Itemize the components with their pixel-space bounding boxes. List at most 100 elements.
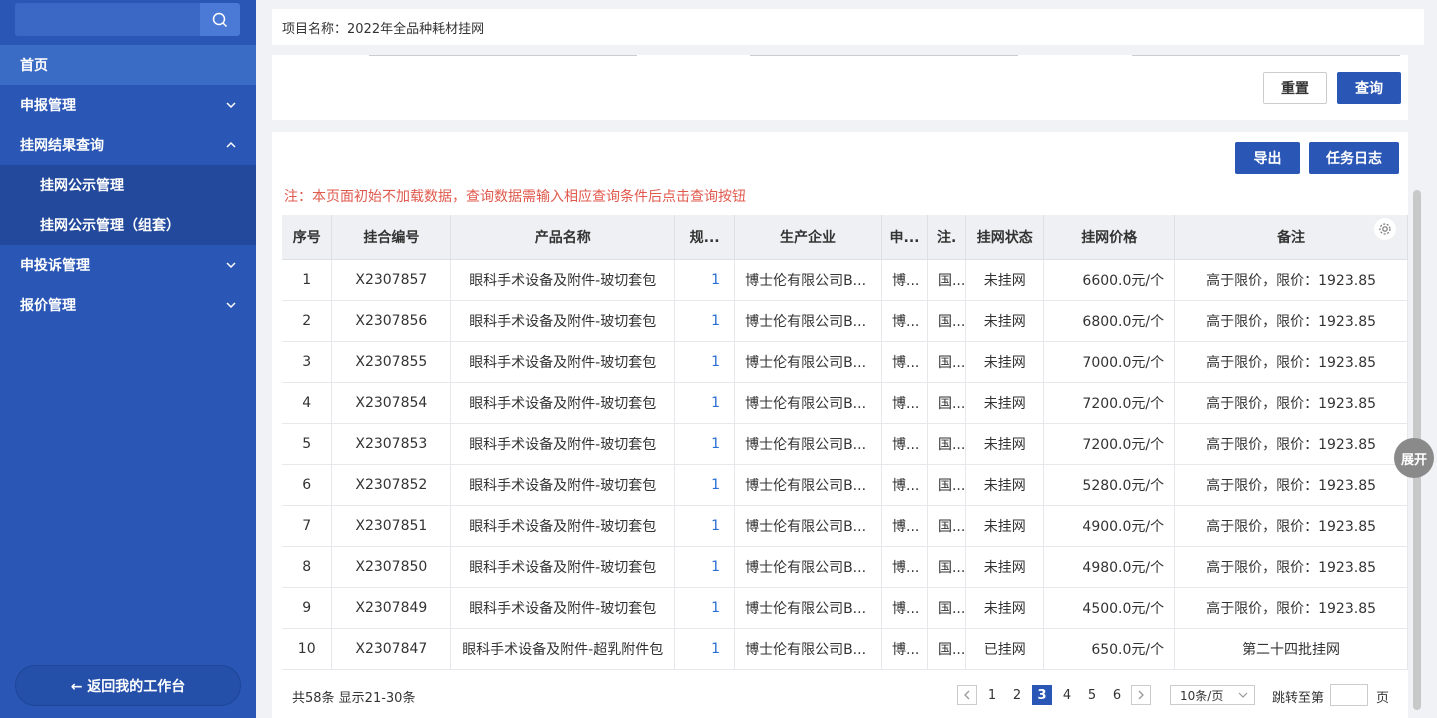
column-header[interactable]: 挂合编号: [331, 215, 452, 260]
column-header[interactable]: 备注: [1174, 215, 1408, 260]
table-cell-spec[interactable]: 1: [674, 341, 736, 383]
table-row: 4 X2307854 眼科手术设备及附件-玻切套包 1 博士伦有限公司B... 博... 国…: [282, 382, 1408, 424]
table-cell-status: 已挂网: [965, 628, 1045, 670]
export-button[interactable]: 导出: [1235, 142, 1300, 174]
search-panel: 重置 查询: [272, 55, 1408, 120]
page-6[interactable]: 6: [1107, 685, 1127, 705]
sidebar-search[interactable]: [15, 3, 240, 36]
sidebar-item-declaration[interactable]: 申报管理: [0, 85, 256, 125]
table-cell-status: 未挂网: [965, 587, 1045, 629]
table-panel: 导出 任务日志 注：本页面初始不加载数据，查询数据需输入相应查询条件后点击查询按…: [272, 132, 1408, 718]
table-cell-applicant: 博...: [881, 259, 928, 301]
sidebar: 首页 申报管理 挂网结果查询 挂网公示管理 挂网公示管理（组套） 申投诉管理 报…: [0, 0, 256, 718]
gear-icon: [1379, 223, 1391, 235]
table-cell-spec[interactable]: 1: [674, 382, 736, 424]
chevron-down-icon: [226, 302, 236, 309]
table-cell-maker: 博士伦有限公司B...: [734, 587, 883, 629]
column-header[interactable]: 规...: [674, 215, 736, 260]
table-cell-code: X2307856: [331, 300, 452, 342]
sidebar-menu: 首页 申报管理 挂网结果查询 挂网公示管理 挂网公示管理（组套） 申投诉管理 报…: [0, 45, 256, 325]
table-cell-code: X2307849: [331, 587, 452, 629]
sidebar-item-listing-results[interactable]: 挂网结果查询: [0, 125, 256, 165]
table-cell-remark: 高于限价，限价：1923.85: [1174, 505, 1408, 547]
table-cell-no: 7: [282, 505, 333, 547]
expand-button[interactable]: 展开: [1394, 438, 1434, 478]
table-cell-no: 2: [282, 300, 333, 342]
table-cell-reg: 国...: [927, 546, 967, 588]
submenu-listing-results: 挂网公示管理 挂网公示管理（组套）: [0, 165, 256, 245]
jump-page-input[interactable]: [1330, 684, 1368, 706]
table-cell-remark: 第二十四批挂网: [1174, 628, 1408, 670]
table-cell-spec[interactable]: 1: [674, 259, 736, 301]
chevron-down-icon: [226, 262, 236, 269]
table-cell-remark: 高于限价，限价：1923.85: [1174, 587, 1408, 629]
table-cell-code: X2307851: [331, 505, 452, 547]
main-content: 项目名称：2022年全品种耗材挂网 重置 查询 导出 任务日志 注：本页面初始不…: [256, 0, 1437, 718]
sidebar-item-label: 挂网结果查询: [20, 138, 104, 154]
query-button[interactable]: 查询: [1337, 72, 1401, 104]
table-cell-no: 3: [282, 341, 333, 383]
column-header[interactable]: 挂网状态: [965, 215, 1045, 260]
table-settings-button[interactable]: [1374, 218, 1396, 240]
column-header[interactable]: 序号: [282, 215, 333, 260]
page-4[interactable]: 4: [1057, 685, 1077, 705]
table-row: 2 X2307856 眼科手术设备及附件-玻切套包 1 博士伦有限公司B... 博... 国…: [282, 300, 1408, 342]
table-row: 5 X2307853 眼科手术设备及附件-玻切套包 1 博士伦有限公司B... 博... 国…: [282, 423, 1408, 465]
sidebar-item-quotation[interactable]: 报价管理: [0, 285, 256, 325]
table-cell-name: 眼科手术设备及附件-玻切套包: [450, 300, 676, 342]
sidebar-item-label: 申投诉管理: [20, 258, 90, 274]
search-button[interactable]: [200, 3, 240, 36]
table-cell-spec[interactable]: 1: [674, 505, 736, 547]
page-1[interactable]: 1: [982, 685, 1002, 705]
table-cell-applicant: 博...: [881, 341, 928, 383]
table-cell-spec[interactable]: 1: [674, 423, 736, 465]
sidebar-item-listing-publicity-set[interactable]: 挂网公示管理（组套）: [0, 205, 256, 245]
reset-button[interactable]: 重置: [1263, 72, 1327, 104]
sidebar-item-home[interactable]: 首页: [0, 45, 256, 85]
filter-field-3[interactable]: [1132, 55, 1400, 56]
column-header[interactable]: 产品名称: [450, 215, 676, 260]
task-log-button[interactable]: 任务日志: [1309, 142, 1399, 174]
notice-text: 注：本页面初始不加载数据，查询数据需输入相应查询条件后点击查询按钮: [284, 189, 746, 205]
table-cell-name: 眼科手术设备及附件-玻切套包: [450, 505, 676, 547]
jump-label: 跳转至第: [1272, 691, 1325, 706]
page-3[interactable]: 3: [1032, 685, 1052, 705]
table-cell-price: 6600.0元/个: [1043, 259, 1176, 301]
table-cell-spec[interactable]: 1: [674, 628, 736, 670]
page-size-select[interactable]: 10条/页: [1170, 685, 1255, 705]
column-header[interactable]: 生产企业: [734, 215, 883, 260]
results-table: 序号 挂合编号 产品名称 规... 生产企业 申... 注. 挂网状态 挂网价格…: [282, 215, 1408, 670]
table-cell-reg: 国...: [927, 341, 967, 383]
prev-page-button[interactable]: [957, 685, 977, 705]
table-cell-spec[interactable]: 1: [674, 464, 736, 506]
table-cell-price: 7000.0元/个: [1043, 341, 1176, 383]
table-header-row: 序号 挂合编号 产品名称 规... 生产企业 申... 注. 挂网状态 挂网价格…: [282, 215, 1408, 260]
table-cell-no: 10: [282, 628, 333, 670]
table-cell-price: 5280.0元/个: [1043, 464, 1176, 506]
table-cell-reg: 国...: [927, 259, 967, 301]
page-suffix: 页: [1376, 691, 1390, 706]
sidebar-search-input[interactable]: [15, 3, 200, 36]
table-cell-spec[interactable]: 1: [674, 546, 736, 588]
filter-field-1[interactable]: [369, 55, 637, 56]
table-cell-applicant: 博...: [881, 300, 928, 342]
table-cell-status: 未挂网: [965, 546, 1045, 588]
table-cell-spec[interactable]: 1: [674, 587, 736, 629]
page-5[interactable]: 5: [1082, 685, 1102, 705]
column-header[interactable]: 注.: [927, 215, 967, 260]
sidebar-item-label: 挂网公示管理: [40, 178, 124, 194]
table-cell-applicant: 博...: [881, 423, 928, 465]
table-cell-spec[interactable]: 1: [674, 300, 736, 342]
table-cell-status: 未挂网: [965, 341, 1045, 383]
sidebar-item-label: 首页: [20, 58, 48, 74]
table-cell-reg: 国...: [927, 587, 967, 629]
next-page-button[interactable]: [1131, 685, 1151, 705]
sidebar-item-listing-publicity[interactable]: 挂网公示管理: [0, 165, 256, 205]
column-header[interactable]: 挂网价格: [1043, 215, 1176, 260]
sidebar-item-complaints[interactable]: 申投诉管理: [0, 245, 256, 285]
filter-field-2[interactable]: [750, 55, 1018, 56]
sidebar-item-label: 报价管理: [20, 298, 76, 314]
back-to-workbench-button[interactable]: ← 返回我的工作台: [15, 665, 241, 706]
page-2[interactable]: 2: [1007, 685, 1027, 705]
column-header[interactable]: 申...: [881, 215, 928, 260]
